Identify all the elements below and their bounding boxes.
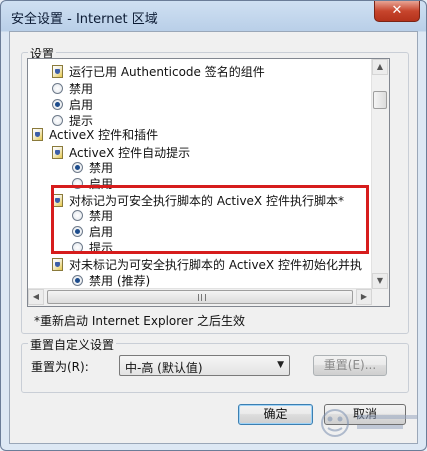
setting-category-row: ActiveX 控件自动提示 <box>52 144 190 160</box>
radio-unchecked-icon[interactable] <box>72 241 83 253</box>
title-bar[interactable]: 安全设置 - Internet 区域 ✕ <box>1 1 426 31</box>
setting-category-row: 对未标记为可安全执行脚本的 ActiveX 控件初始化并执 <box>52 256 362 272</box>
reset-group-label: 重置自定义设置 <box>28 336 117 353</box>
setting-category-row: 运行已用 Authenticode 签名的组件 <box>52 63 265 79</box>
option-label: 禁用 <box>89 160 114 175</box>
horizontal-scrollbar[interactable]: ◀ ▶ <box>28 288 372 306</box>
option-label: 禁用 <box>89 208 114 223</box>
radio-unchecked-icon[interactable] <box>52 114 63 126</box>
category-label: 对未标记为可安全执行脚本的 ActiveX 控件初始化并执 <box>69 257 362 272</box>
option-label: 禁用 (推荐) <box>89 273 151 288</box>
radio-checked-icon[interactable] <box>72 161 83 173</box>
option-label: 禁用 <box>69 81 94 96</box>
option-label: 启用 <box>89 224 114 239</box>
setting-option-row[interactable]: 启用 <box>72 223 113 239</box>
setting-option-row[interactable]: 禁用 (推荐) <box>72 272 150 288</box>
horizontal-scroll-thumb[interactable] <box>47 290 353 304</box>
restart-note: *重新启动 Internet Explorer 之后生效 <box>34 314 246 328</box>
reset-to-label: 重置为(R): <box>31 360 89 374</box>
scroll-right-arrow-icon[interactable]: ▶ <box>356 289 372 305</box>
settings-tree[interactable]: 运行已用 Authenticode 签名的组件 禁用 启用 提示 ActiveX 控件和… <box>27 58 390 307</box>
option-label: 启用 <box>89 176 114 191</box>
option-label: 启用 <box>69 97 94 112</box>
window-title: 安全设置 - Internet 区域 <box>11 12 158 27</box>
setting-option-row[interactable]: 禁用 <box>52 80 93 96</box>
scroll-left-arrow-icon[interactable]: ◀ <box>28 289 44 305</box>
radio-unchecked-icon[interactable] <box>72 209 83 221</box>
reset-button[interactable]: 重置(E)... <box>313 355 387 376</box>
category-label: 运行已用 Authenticode 签名的组件 <box>69 64 265 79</box>
radio-unchecked-icon[interactable] <box>52 82 63 94</box>
activex-security-icon <box>52 193 63 207</box>
scroll-corner <box>372 289 389 306</box>
option-label: 提示 <box>89 240 114 255</box>
activex-security-icon <box>32 127 43 141</box>
vertical-scroll-thumb[interactable] <box>373 91 387 109</box>
category-label: ActiveX 控件自动提示 <box>69 145 191 160</box>
activex-component-icon <box>52 64 63 78</box>
setting-category-row: ActiveX 控件和插件 <box>32 126 158 142</box>
security-settings-window: 安全设置 - Internet 区域 ✕ 设置 运行已用 Authenticod… <box>0 0 427 451</box>
vertical-scrollbar[interactable]: ▲ ▼ <box>371 59 389 289</box>
chevron-down-icon: ▼ <box>277 360 284 370</box>
radio-checked-icon[interactable] <box>72 225 83 237</box>
setting-option-row[interactable]: 禁用 <box>72 159 113 175</box>
setting-option-row[interactable]: 启用 <box>52 96 93 112</box>
radio-checked-icon[interactable] <box>72 274 83 286</box>
setting-option-row[interactable]: 禁用 <box>72 207 113 223</box>
category-label: ActiveX 控件和插件 <box>49 127 159 142</box>
setting-option-row[interactable]: 启用 <box>72 175 113 191</box>
setting-option-row[interactable]: 提示 <box>72 239 113 255</box>
reset-level-value: 中-高 (默认值) <box>125 361 203 375</box>
watermark-logo-icon <box>321 409 417 437</box>
close-button[interactable]: ✕ <box>374 1 420 22</box>
ok-button[interactable]: 确定 <box>238 404 313 425</box>
activex-security-icon <box>52 257 63 271</box>
scroll-up-arrow-icon[interactable]: ▲ <box>372 59 388 75</box>
radio-checked-icon[interactable] <box>52 98 63 110</box>
radio-unchecked-icon[interactable] <box>72 177 83 189</box>
activex-security-icon <box>52 145 63 159</box>
reset-level-select[interactable]: 中-高 (默认值) ▼ <box>119 355 290 376</box>
scroll-down-arrow-icon[interactable]: ▼ <box>372 273 388 289</box>
scroll-grip-icon <box>198 294 206 301</box>
